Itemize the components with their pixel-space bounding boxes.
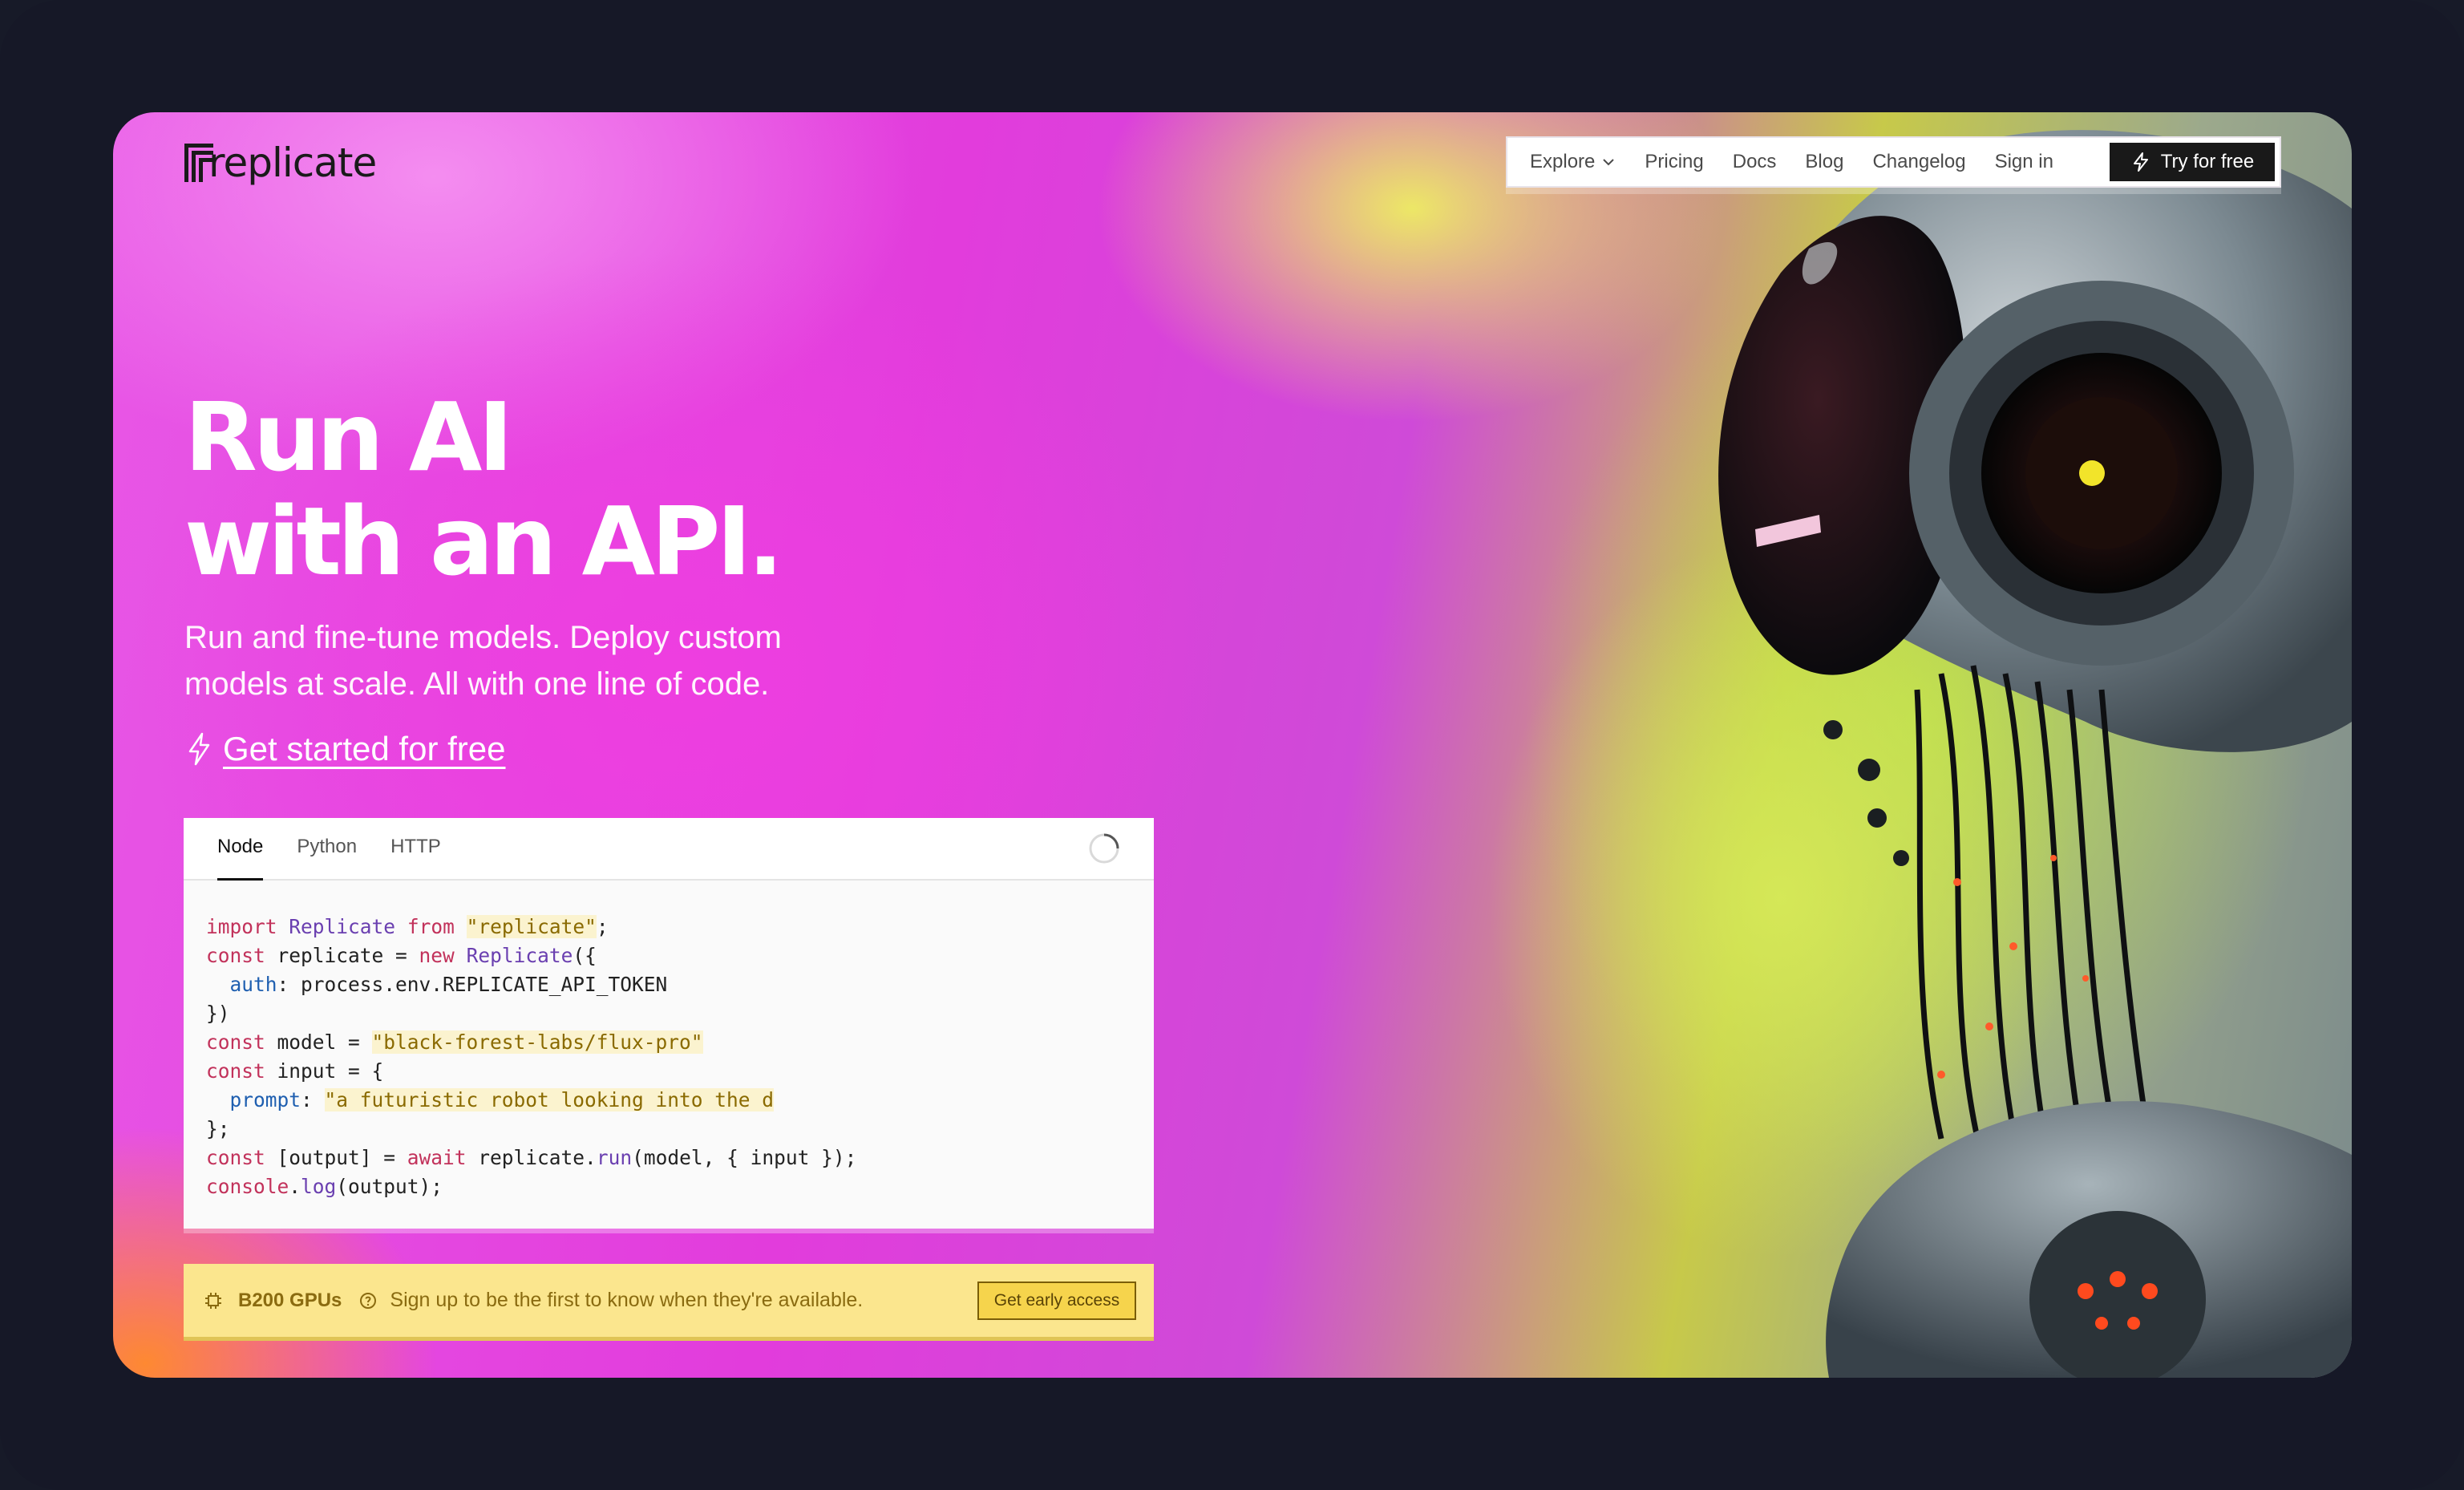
code-block: import Replicate from "replicate"; const … <box>184 881 1154 1201</box>
nav-blog[interactable]: Blog <box>1805 151 1843 173</box>
hero-subtitle: Run and fine-tune models. Deploy custom … <box>184 614 938 707</box>
banner-title: B200 GPUs <box>238 1289 342 1311</box>
hero-subtitle-line-1: Run and fine-tune models. Deploy custom <box>184 620 782 655</box>
nav-changelog[interactable]: Changelog <box>1872 151 1965 173</box>
try-for-free-label: Try for free <box>2160 151 2255 172</box>
code-line: }; <box>206 1117 230 1140</box>
tab-http[interactable]: HTTP <box>390 836 441 879</box>
nav-explore[interactable]: Explore <box>1530 151 1616 173</box>
hero-title-line-2: with an API. <box>184 486 783 597</box>
brand-name: replicate <box>208 140 377 186</box>
language-tabs: Node Python HTTP <box>184 818 1154 881</box>
top-navigation: Explore Pricing Docs Blog Changelog Sign… <box>1506 136 2281 188</box>
code-line: console.log(output); <box>206 1175 443 1198</box>
code-line: const [output] = await replicate.run(mod… <box>206 1146 857 1169</box>
website-screen: replicate Explore Pricing Docs Blog Chan… <box>113 112 2352 1378</box>
hero-title: Run AI with an API. <box>184 385 906 593</box>
get-early-access-button[interactable]: Get early access <box>977 1281 1136 1320</box>
loading-spinner-icon <box>1089 833 1119 864</box>
code-line: auth: process.env.REPLICATE_API_TOKEN <box>229 973 668 996</box>
nav-docs[interactable]: Docs <box>1733 151 1777 173</box>
hero-subtitle-line-2: models at scale. All with one line of co… <box>184 666 770 702</box>
code-example-panel: Node Python HTTP import Replicate from "… <box>184 818 1154 1229</box>
code-line: }) <box>206 1002 230 1025</box>
nav-explore-label: Explore <box>1530 151 1596 172</box>
tab-python[interactable]: Python <box>297 836 357 879</box>
hero-title-line-1: Run AI <box>184 382 513 492</box>
banner-text: Sign up to be the first to know when the… <box>390 1289 864 1311</box>
help-icon[interactable] <box>359 1292 377 1310</box>
code-line: const input = { <box>206 1059 384 1083</box>
get-started-link[interactable]: Get started for free <box>184 730 506 768</box>
code-line: const model = "black-forest-labs/flux-pr… <box>206 1030 703 1054</box>
code-line: const replicate = new Replicate({ <box>206 944 597 967</box>
code-line: prompt: "a futuristic robot looking into… <box>229 1088 775 1111</box>
nav-sign-in[interactable]: Sign in <box>1995 151 2053 173</box>
lightning-icon <box>2133 152 2148 172</box>
chevron-down-icon <box>1603 159 1615 166</box>
nav-pricing[interactable]: Pricing <box>1645 151 1703 173</box>
chip-icon <box>205 1292 221 1309</box>
tab-node[interactable]: Node <box>217 836 264 881</box>
get-started-label: Get started for free <box>223 730 506 767</box>
device-frame: replicate Explore Pricing Docs Blog Chan… <box>0 0 2464 1490</box>
replicate-logo[interactable]: replicate <box>183 139 377 187</box>
try-for-free-button[interactable]: Try for free <box>2110 143 2275 181</box>
robot-illustration <box>1718 130 2352 1378</box>
b200-gpu-banner: B200 GPUs Sign up to be the first to kno… <box>184 1264 1154 1341</box>
code-line: import Replicate from "replicate"; <box>206 915 609 938</box>
lightning-icon <box>188 732 210 766</box>
